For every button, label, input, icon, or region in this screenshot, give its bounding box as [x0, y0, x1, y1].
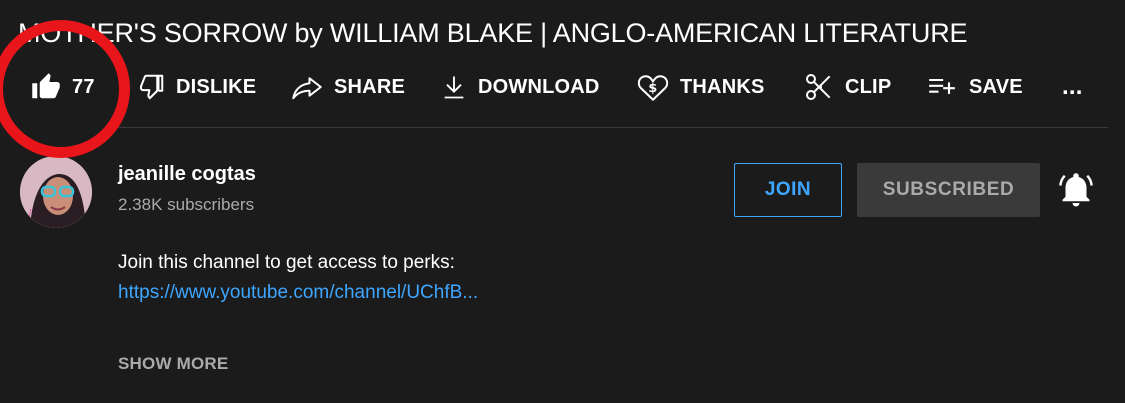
action-bar: 77 DISLIKE SHARE DOWNLOAD $ THANKS CLIP …	[0, 62, 1125, 112]
bell-icon	[1058, 173, 1094, 214]
save-button[interactable]: SAVE	[925, 62, 1023, 112]
thanks-button[interactable]: $ THANKS	[636, 62, 765, 112]
thanks-icon: $	[636, 70, 670, 104]
dislike-icon	[136, 72, 166, 102]
share-button[interactable]: SHARE	[290, 62, 405, 112]
download-label: DOWNLOAD	[478, 75, 600, 98]
share-icon	[290, 72, 324, 102]
clip-button[interactable]: CLIP	[803, 62, 891, 112]
subscribed-button[interactable]: SUBSCRIBED	[857, 163, 1040, 217]
clip-label: CLIP	[845, 75, 892, 98]
svg-text:$: $	[648, 81, 657, 96]
section-divider	[118, 127, 1108, 128]
save-label: SAVE	[969, 75, 1023, 98]
subscriber-count: 2.38K subscribers	[118, 195, 255, 214]
channel-name[interactable]: jeanille cogtas	[118, 163, 256, 186]
clip-icon	[803, 71, 835, 103]
dislike-button[interactable]: DISLIKE	[136, 62, 256, 112]
notification-bell-button[interactable]	[1058, 170, 1094, 215]
channel-avatar[interactable]: J	[20, 156, 92, 228]
description-text: Join this channel to get access to perks…	[118, 252, 455, 273]
show-more-button[interactable]: SHOW MORE	[118, 354, 228, 374]
save-icon	[925, 73, 959, 101]
video-title: MOTHER'S SORROW by WILLIAM BLAKE | ANGLO…	[18, 18, 968, 48]
video-details-panel: MOTHER'S SORROW by WILLIAM BLAKE | ANGLO…	[0, 0, 1125, 403]
like-button[interactable]: 77	[30, 62, 95, 112]
like-count: 77	[72, 75, 95, 98]
download-icon	[440, 72, 468, 102]
like-icon	[30, 72, 62, 102]
thanks-label: THANKS	[680, 75, 765, 98]
description-link[interactable]: https://www.youtube.com/channel/UChfB...	[118, 282, 478, 304]
more-actions-button[interactable]: ...	[1062, 62, 1083, 112]
dislike-label: DISLIKE	[176, 75, 257, 98]
share-label: SHARE	[334, 75, 406, 98]
download-button[interactable]: DOWNLOAD	[440, 62, 600, 112]
join-button[interactable]: JOIN	[734, 163, 842, 217]
more-icon: ...	[1062, 73, 1083, 100]
